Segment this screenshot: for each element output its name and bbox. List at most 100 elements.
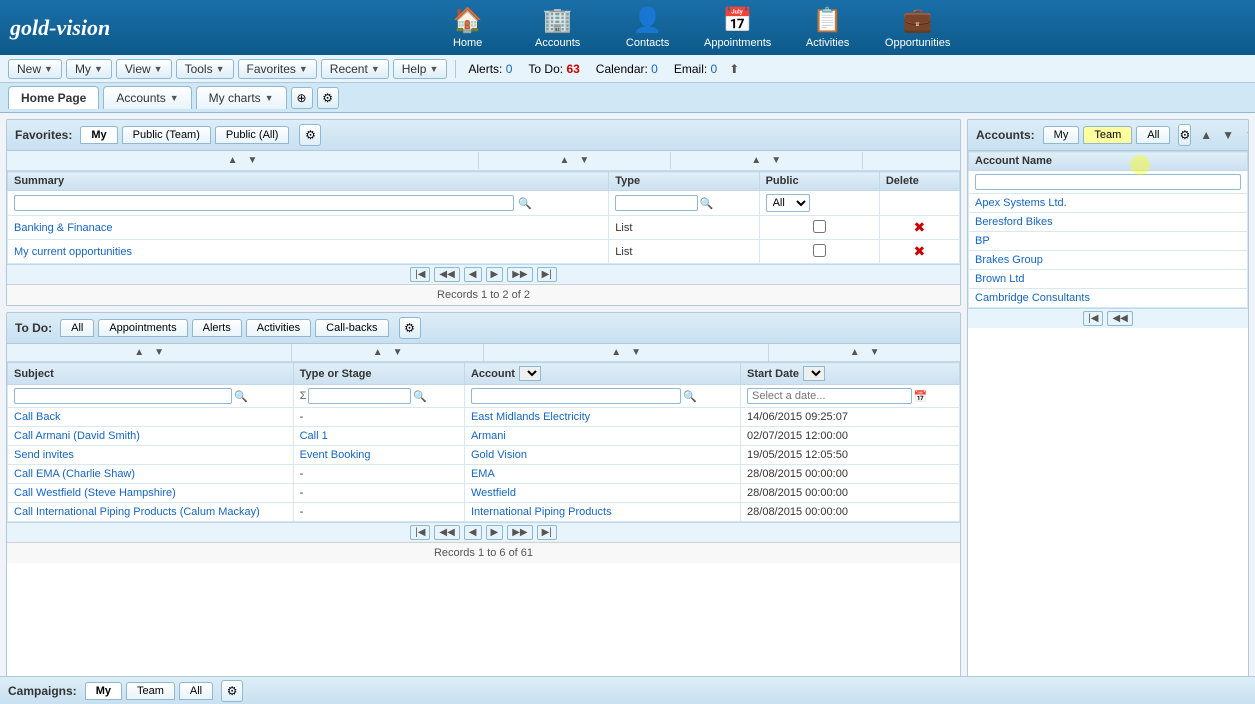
acc-sort-up[interactable]: ▲ bbox=[1197, 127, 1215, 143]
todo-subject-sort-down[interactable]: ▼ bbox=[151, 346, 167, 359]
fav-type-search-icon[interactable]: 🔍 bbox=[700, 197, 714, 210]
fav-settings-button[interactable]: ⚙ bbox=[299, 124, 321, 146]
email-count[interactable]: 0 bbox=[711, 62, 718, 76]
acc-row-4-name[interactable]: Brakes Group bbox=[975, 254, 1043, 266]
todo-type-filter[interactable] bbox=[308, 388, 411, 404]
todo-date-filter[interactable] bbox=[747, 388, 912, 404]
campaigns-settings-button[interactable]: ⚙ bbox=[221, 680, 243, 702]
todo-date-sort-up[interactable]: ▲ bbox=[847, 346, 863, 359]
acc-prev-page-skip[interactable]: ◀◀ bbox=[1107, 311, 1132, 326]
fav-row-2-public[interactable] bbox=[813, 244, 826, 257]
fav-tab-public-all[interactable]: Public (All) bbox=[215, 126, 290, 144]
acc-tab-my[interactable]: My bbox=[1043, 126, 1080, 144]
fav-tab-my[interactable]: My bbox=[80, 126, 117, 144]
fav-row-2-summary[interactable]: My current opportunities bbox=[14, 246, 132, 258]
todo-row-1-subject[interactable]: Call Back bbox=[14, 411, 60, 423]
todo-row-4-subject[interactable]: Call EMA (Charlie Shaw) bbox=[14, 468, 135, 480]
todo-row-1-account[interactable]: East Midlands Electricity bbox=[471, 411, 590, 423]
acc-name-filter[interactable] bbox=[975, 174, 1241, 190]
fav-public-sort-down[interactable]: ▼ bbox=[768, 154, 784, 167]
fav-row-2-delete[interactable]: ✖ bbox=[914, 243, 926, 259]
acc-row-2-name[interactable]: Beresford Bikes bbox=[975, 216, 1053, 228]
todo-account-search-icon[interactable]: 🔍 bbox=[683, 390, 697, 403]
acc-tab-team[interactable]: Team bbox=[1083, 126, 1132, 144]
campaigns-tab-my[interactable]: My bbox=[85, 682, 122, 700]
tab-settings-button[interactable]: ⚙ bbox=[317, 87, 339, 109]
upload-icon[interactable]: ⬆ bbox=[729, 62, 739, 76]
fav-summary-filter[interactable] bbox=[14, 195, 514, 211]
todo-row-2-type[interactable]: Call 1 bbox=[300, 430, 328, 442]
favorites-button[interactable]: Favorites ▼ bbox=[238, 59, 317, 79]
todo-type-calc-icon[interactable]: Σ bbox=[300, 390, 307, 402]
todo-subject-search-icon[interactable]: 🔍 bbox=[234, 390, 248, 403]
todo-row-3-account[interactable]: Gold Vision bbox=[471, 449, 527, 461]
todo-row-5-subject[interactable]: Call Westfield (Steve Hampshire) bbox=[14, 487, 176, 499]
fav-prev-page-skip[interactable]: ◀◀ bbox=[434, 267, 459, 282]
tools-button[interactable]: Tools ▼ bbox=[176, 59, 234, 79]
fav-summary-sort-up[interactable]: ▲ bbox=[225, 154, 241, 167]
todo-count[interactable]: 63 bbox=[566, 62, 579, 76]
todo-date-filter-select[interactable] bbox=[803, 366, 825, 381]
acc-first-page[interactable]: |◀ bbox=[1083, 311, 1103, 326]
todo-account-filter[interactable] bbox=[471, 388, 681, 404]
recent-button[interactable]: Recent ▼ bbox=[321, 59, 389, 79]
fav-row-1-summary[interactable]: Banking & Finanace bbox=[14, 222, 112, 234]
todo-subject-filter[interactable] bbox=[14, 388, 232, 404]
todo-row-2-subject[interactable]: Call Armani (David Smith) bbox=[14, 430, 140, 442]
view-button[interactable]: View ▼ bbox=[116, 59, 172, 79]
fav-last-page[interactable]: ▶| bbox=[537, 267, 557, 282]
acc-collapse-icon[interactable]: ▼ bbox=[1245, 128, 1249, 142]
fav-row-1-delete[interactable]: ✖ bbox=[914, 219, 926, 235]
fav-first-page[interactable]: |◀ bbox=[410, 267, 430, 282]
tab-my-charts[interactable]: My charts ▼ bbox=[196, 86, 287, 109]
campaigns-tab-team[interactable]: Team bbox=[126, 682, 175, 700]
todo-type-search-icon[interactable]: 🔍 bbox=[413, 390, 427, 403]
acc-row-3-name[interactable]: BP bbox=[975, 235, 990, 247]
todo-first-page[interactable]: |◀ bbox=[410, 525, 430, 540]
nav-accounts[interactable]: 🏢 Accounts bbox=[523, 6, 593, 49]
fav-summary-search-icon[interactable]: 🔍 bbox=[518, 197, 532, 210]
fav-public-filter[interactable]: All Yes No bbox=[766, 194, 810, 212]
fav-type-sort-down[interactable]: ▼ bbox=[576, 154, 592, 167]
todo-row-5-account[interactable]: Westfield bbox=[471, 487, 516, 499]
my-button[interactable]: My ▼ bbox=[66, 59, 112, 79]
todo-account-sort-down[interactable]: ▼ bbox=[628, 346, 644, 359]
acc-settings-button[interactable]: ⚙ bbox=[1178, 124, 1191, 146]
todo-row-6-subject[interactable]: Call International Piping Products (Calu… bbox=[14, 506, 260, 518]
todo-last-page[interactable]: ▶| bbox=[537, 525, 557, 540]
calendar-count[interactable]: 0 bbox=[651, 62, 658, 76]
todo-row-4-account[interactable]: EMA bbox=[471, 468, 495, 480]
help-button[interactable]: Help ▼ bbox=[393, 59, 448, 79]
todo-row-3-subject[interactable]: Send invites bbox=[14, 449, 74, 461]
todo-tab-appointments[interactable]: Appointments bbox=[98, 319, 187, 337]
acc-row-6-name[interactable]: Cambridge Consultants bbox=[975, 292, 1090, 304]
todo-prev-page-skip[interactable]: ◀◀ bbox=[434, 525, 459, 540]
tab-home-page[interactable]: Home Page bbox=[8, 86, 99, 109]
nav-appointments[interactable]: 📅 Appointments bbox=[703, 6, 773, 49]
todo-type-sort-up[interactable]: ▲ bbox=[370, 346, 386, 359]
fav-row-1-public[interactable] bbox=[813, 220, 826, 233]
todo-account-sort-up[interactable]: ▲ bbox=[608, 346, 624, 359]
todo-tab-activities[interactable]: Activities bbox=[246, 319, 311, 337]
fav-next-page[interactable]: ▶ bbox=[486, 267, 504, 282]
todo-row-3-type[interactable]: Event Booking bbox=[300, 449, 371, 461]
todo-settings-button[interactable]: ⚙ bbox=[399, 317, 421, 339]
todo-row-2-account[interactable]: Armani bbox=[471, 430, 506, 442]
acc-row-5-name[interactable]: Brown Ltd bbox=[975, 273, 1025, 285]
fav-next-page-skip[interactable]: ▶▶ bbox=[507, 267, 532, 282]
todo-tab-callbacks[interactable]: Call-backs bbox=[315, 319, 388, 337]
acc-tab-all[interactable]: All bbox=[1136, 126, 1170, 144]
todo-type-sort-down[interactable]: ▼ bbox=[390, 346, 406, 359]
todo-tab-all[interactable]: All bbox=[60, 319, 94, 337]
todo-subject-sort-up[interactable]: ▲ bbox=[131, 346, 147, 359]
todo-row-6-account[interactable]: International Piping Products bbox=[471, 506, 612, 518]
todo-next-page-skip[interactable]: ▶▶ bbox=[507, 525, 532, 540]
campaigns-tab-all[interactable]: All bbox=[179, 682, 213, 700]
nav-opportunities[interactable]: 💼 Opportunities bbox=[883, 6, 953, 49]
new-button[interactable]: New ▼ bbox=[8, 59, 62, 79]
fav-public-sort-up[interactable]: ▲ bbox=[748, 154, 764, 167]
fav-tab-public-team[interactable]: Public (Team) bbox=[122, 126, 211, 144]
fav-prev-page[interactable]: ◀ bbox=[464, 267, 482, 282]
todo-prev-page[interactable]: ◀ bbox=[464, 525, 482, 540]
todo-tab-alerts[interactable]: Alerts bbox=[192, 319, 242, 337]
